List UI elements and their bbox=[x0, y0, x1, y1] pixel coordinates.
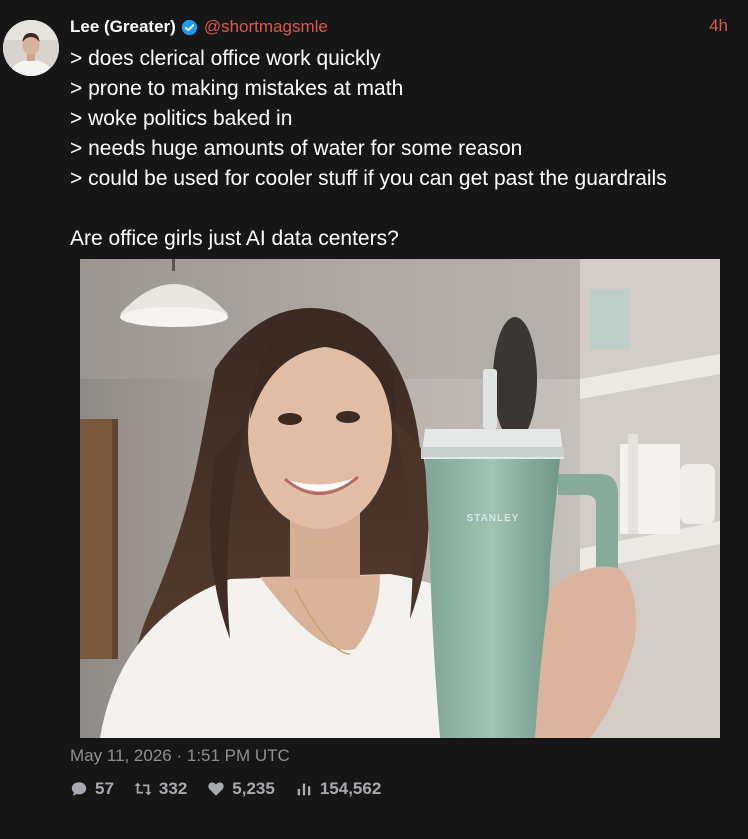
tweet-line: > prone to making mistakes at math bbox=[70, 77, 404, 100]
tweet-question: Are office girls just AI data centers? bbox=[70, 227, 399, 250]
reply-count: 57 bbox=[95, 779, 114, 798]
tweet-photo[interactable]: STANLEY bbox=[80, 259, 720, 738]
tweet: Lee (Greater) @shortmagsmle 4h > does cl… bbox=[0, 0, 748, 839]
tweet-line: > could be used for cooler stuff if you … bbox=[70, 167, 667, 190]
views-count: 154,562 bbox=[319, 779, 382, 798]
tweet-text: > does clerical office work quickly > pr… bbox=[70, 44, 730, 254]
author-name[interactable]: Lee (Greater) bbox=[70, 17, 176, 37]
reply-stat[interactable]: 57 bbox=[70, 779, 114, 799]
time-ago[interactable]: 4h bbox=[709, 16, 728, 36]
like-stat[interactable]: 5,235 bbox=[207, 779, 275, 799]
retweet-stat[interactable]: 332 bbox=[134, 779, 187, 799]
tweet-header: Lee (Greater) @shortmagsmle 4h bbox=[70, 14, 728, 40]
tweet-line: > needs huge amounts of water for some r… bbox=[70, 137, 523, 160]
tweet-stats: 57 332 5,235 154,562 bbox=[70, 779, 401, 799]
retweet-icon bbox=[134, 782, 152, 796]
tweet-timestamp[interactable]: May 11, 2026 · 1:51 PM UTC bbox=[70, 746, 290, 766]
cup-brand-label: STANLEY bbox=[467, 513, 520, 524]
like-count: 5,235 bbox=[232, 779, 275, 798]
tweet-line: > does clerical office work quickly bbox=[70, 47, 381, 70]
views-icon bbox=[297, 783, 311, 796]
retweet-count: 332 bbox=[158, 779, 188, 798]
tweet-line: > woke politics baked in bbox=[70, 107, 293, 130]
avatar[interactable] bbox=[3, 20, 59, 76]
reply-icon bbox=[71, 782, 87, 796]
heart-icon bbox=[208, 782, 224, 796]
avatar-image bbox=[3, 20, 59, 76]
author-handle[interactable]: @shortmagsmle bbox=[204, 17, 328, 37]
views-stat[interactable]: 154,562 bbox=[295, 779, 381, 799]
photo-illustration: STANLEY bbox=[80, 259, 720, 738]
verified-badge-icon bbox=[181, 19, 197, 35]
